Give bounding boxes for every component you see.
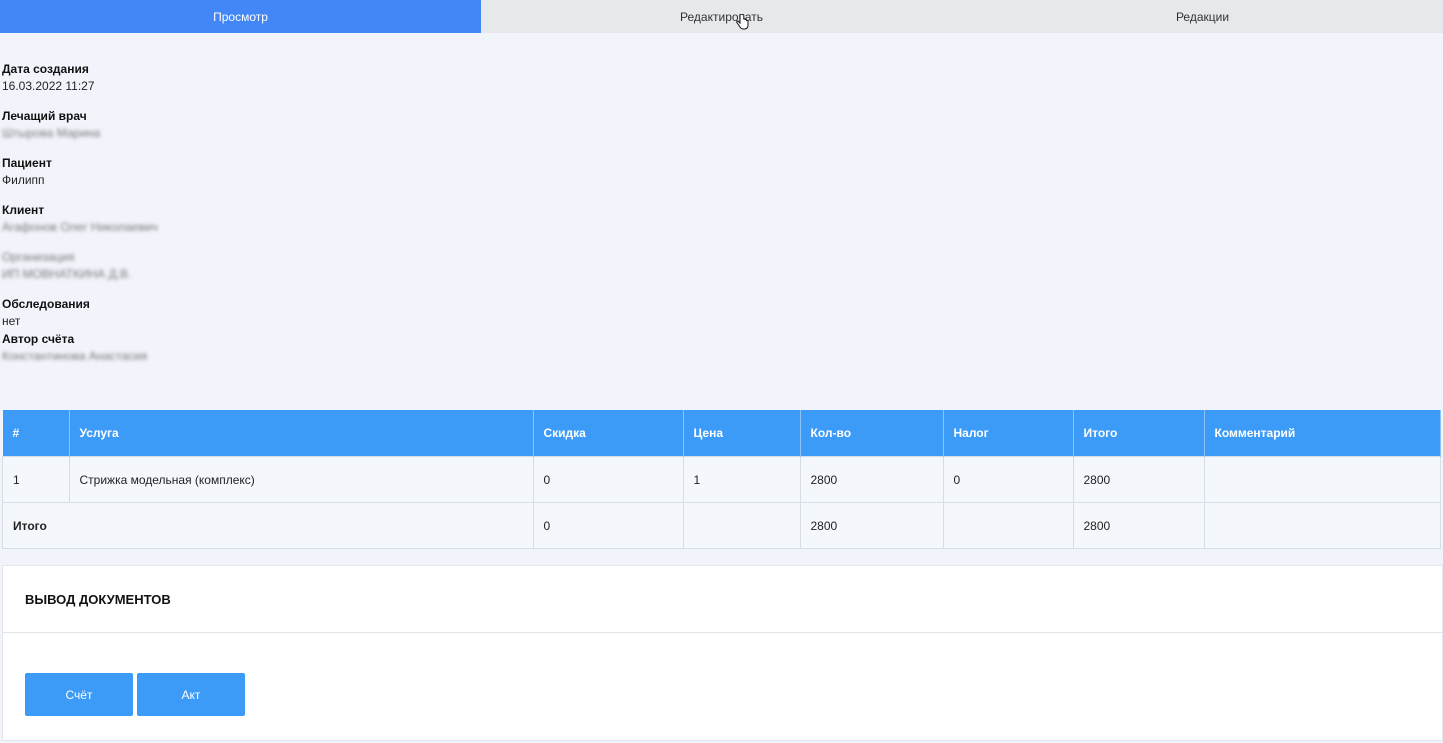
- table-total-row: Итого 0 2800 2800: [2, 502, 1441, 549]
- doctor-value: Штырова Марина: [2, 126, 101, 140]
- documents-buttons: Счёт Акт: [3, 633, 1442, 716]
- col-qty: Кол-во: [800, 410, 944, 457]
- field-client: Клиент Агафонов Олег Николаевич: [2, 202, 1443, 236]
- hand-pointer-icon: [736, 13, 749, 29]
- doctor-label: Лечащий врач: [2, 109, 87, 123]
- col-comment: Комментарий: [1204, 410, 1441, 457]
- total-discount: 0: [532, 502, 684, 549]
- col-price: Цена: [683, 410, 801, 457]
- patient-value: Филипп: [2, 173, 45, 187]
- cell-price: 1: [682, 456, 801, 503]
- total-qty: 2800: [799, 502, 944, 549]
- documents-panel: ВЫВОД ДОКУМЕНТОВ Счёт Акт: [2, 565, 1443, 741]
- col-tax: Налог: [943, 410, 1074, 457]
- client-label: Клиент: [2, 203, 45, 217]
- act-button[interactable]: Акт: [137, 673, 245, 716]
- col-service: Услуга: [69, 410, 534, 457]
- invoice-button[interactable]: Счёт: [25, 673, 133, 716]
- tab-view[interactable]: Просмотр: [0, 0, 481, 33]
- cell-comment: [1203, 456, 1441, 503]
- col-discount: Скидка: [533, 410, 684, 457]
- total-price: [682, 502, 801, 549]
- tab-view-label: Просмотр: [213, 9, 268, 24]
- cell-total: 2800: [1072, 456, 1205, 503]
- field-doctor: Лечащий врач Штырова Марина: [2, 108, 1443, 142]
- examinations-value: нет: [2, 314, 21, 328]
- total-label: Итого: [2, 502, 534, 549]
- col-number: #: [2, 410, 70, 457]
- client-value: Агафонов Олег Николаевич: [2, 220, 158, 234]
- examinations-label: Обследования: [2, 297, 90, 311]
- author-value: Константинова Анастасия: [2, 349, 148, 363]
- total-tax: [942, 502, 1074, 549]
- patient-label: Пациент: [2, 156, 52, 170]
- organization-label: Организация: [2, 250, 75, 264]
- cell-discount: 0: [532, 456, 684, 503]
- author-label: Автор счёта: [2, 332, 75, 346]
- total-comment: [1203, 502, 1441, 549]
- cell-service: Стрижка модельная (комплекс): [68, 456, 534, 503]
- cell-tax: 0: [942, 456, 1074, 503]
- field-examinations: Обследования нет: [2, 296, 1443, 330]
- field-created: Дата создания 16.03.2022 11:27: [2, 61, 1443, 95]
- services-table: # Услуга Скидка Цена Кол-во Налог Итого …: [2, 410, 1441, 549]
- col-total: Итого: [1073, 410, 1205, 457]
- cell-qty: 2800: [799, 456, 944, 503]
- field-author: Автор счёта Константинова Анастасия: [2, 331, 1443, 365]
- tab-revisions[interactable]: Редакции: [962, 0, 1443, 33]
- tab-edit-label: Редактировать: [680, 9, 763, 24]
- total-sum: 2800: [1072, 502, 1205, 549]
- table-header-row: # Услуга Скидка Цена Кол-во Налог Итого …: [2, 410, 1441, 457]
- tab-revisions-label: Редакции: [1175, 9, 1230, 24]
- organization-value: ИП МОВНАТКИНА Д.В.: [2, 267, 132, 281]
- created-label: Дата создания: [2, 62, 89, 76]
- field-organization: Организация ИП МОВНАТКИНА Д.В.: [2, 249, 1443, 283]
- documents-title: ВЫВОД ДОКУМЕНТОВ: [3, 566, 1442, 633]
- invoice-info: Дата создания 16.03.2022 11:27 Лечащий в…: [0, 33, 1443, 365]
- created-value: 16.03.2022 11:27: [2, 79, 95, 93]
- table-row: 1 Стрижка модельная (комплекс) 0 1 2800 …: [2, 456, 1441, 503]
- field-patient: Пациент Филипп: [2, 155, 1443, 189]
- cell-number: 1: [2, 456, 70, 503]
- tab-bar: Просмотр Редактировать Редакции: [0, 0, 1443, 33]
- tab-edit[interactable]: Редактировать: [481, 0, 962, 33]
